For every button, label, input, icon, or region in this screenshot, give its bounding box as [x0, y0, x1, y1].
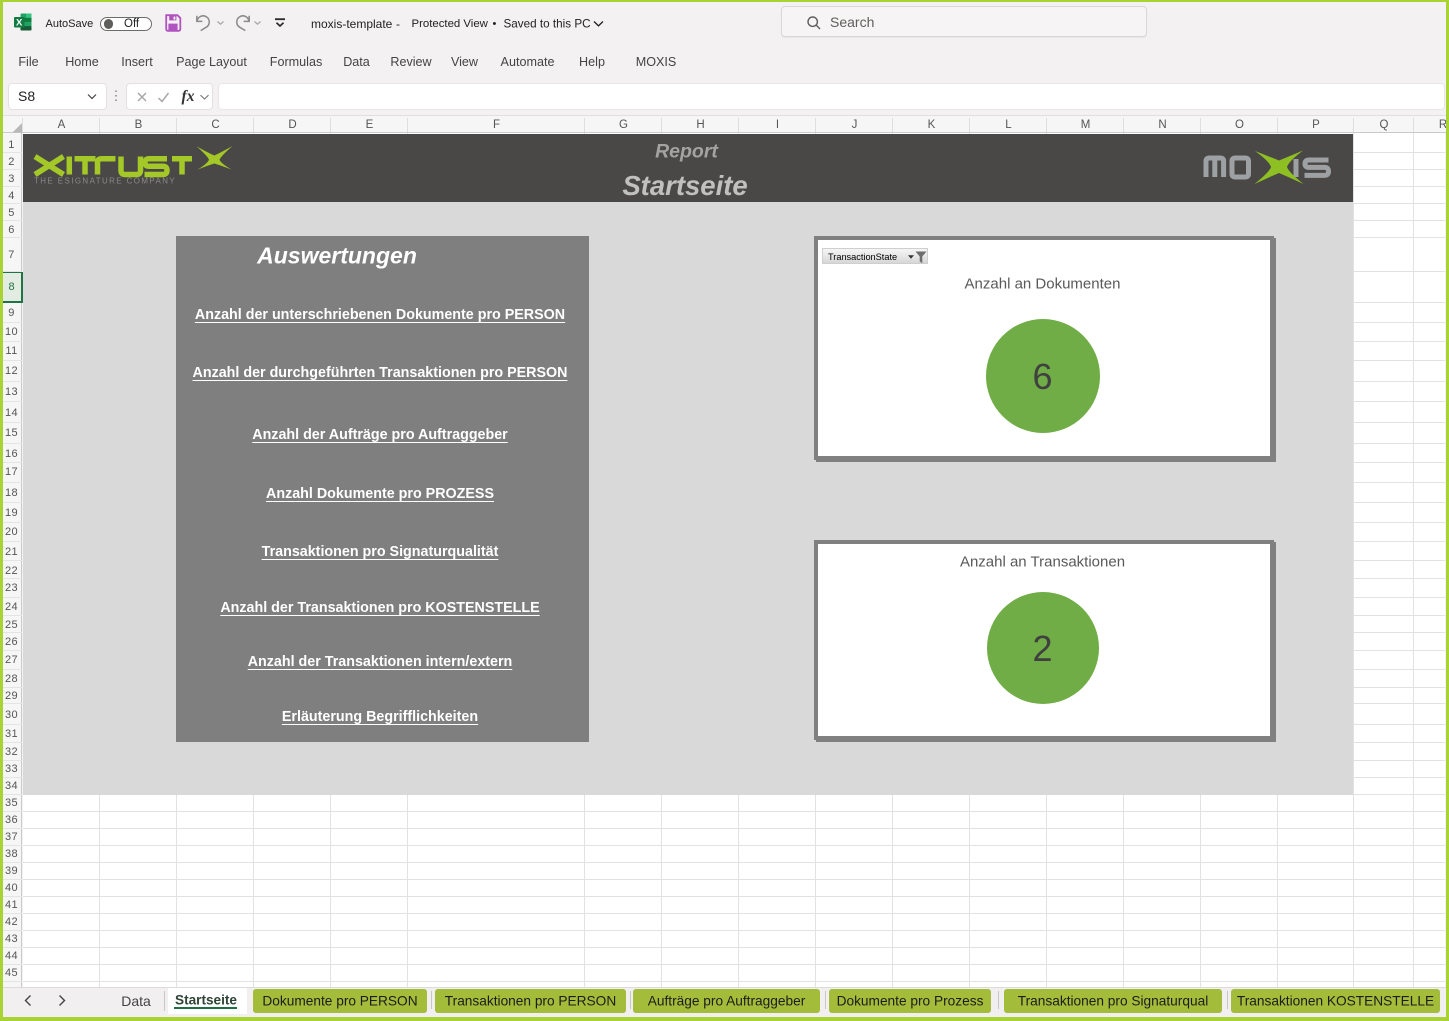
svg-text:THE ESIGNATURE COMPANY: THE ESIGNATURE COMPANY	[34, 177, 176, 186]
svg-text:X: X	[16, 17, 23, 28]
